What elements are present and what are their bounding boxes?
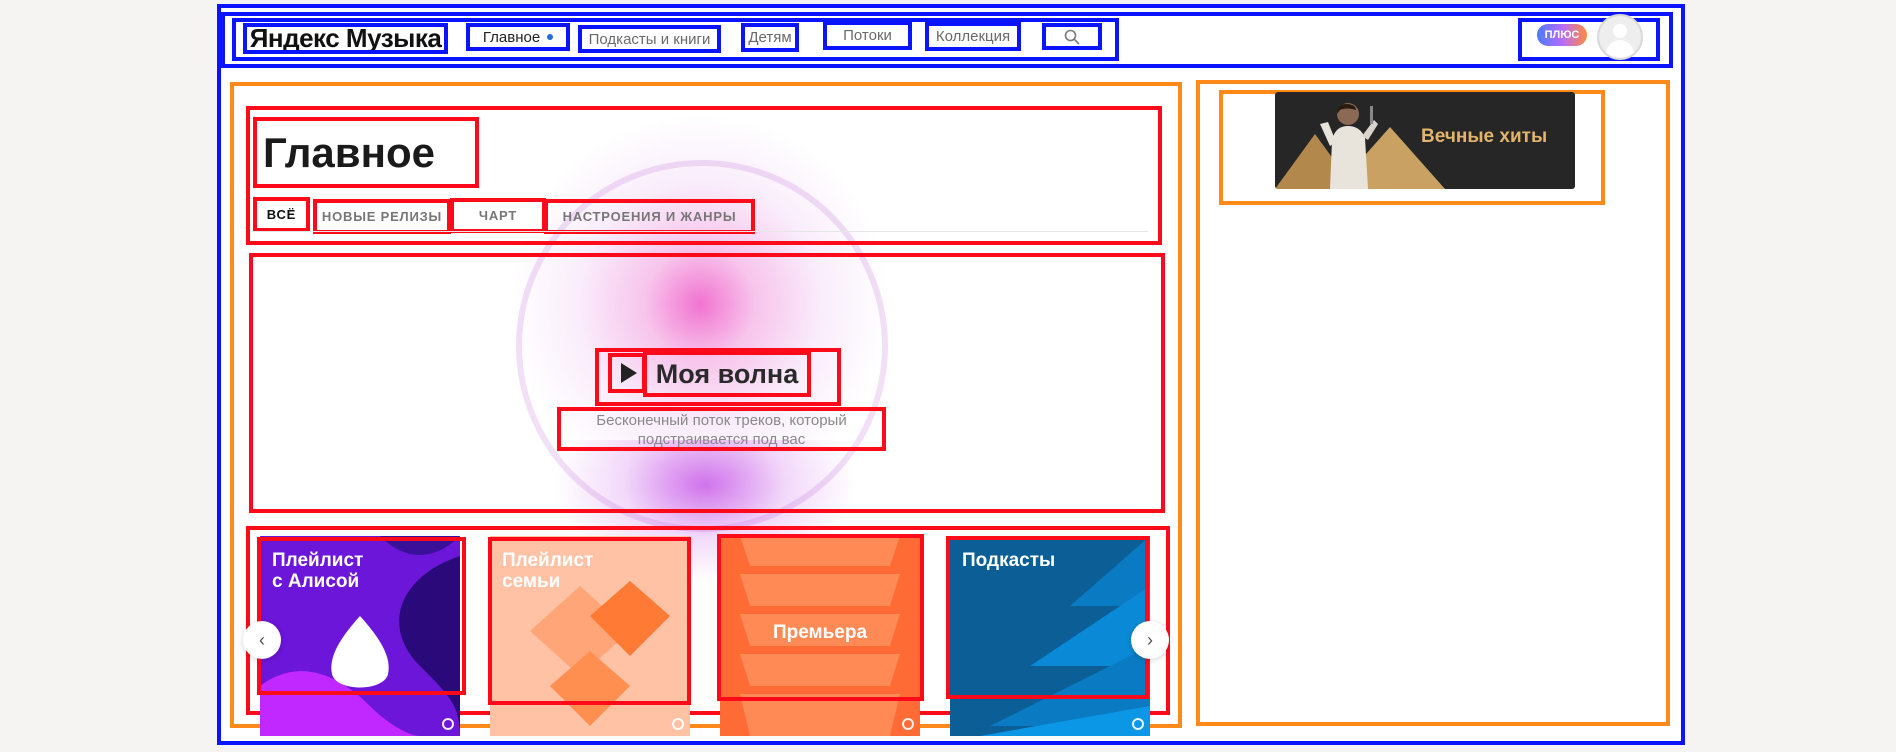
chevron-right-icon: › <box>1147 629 1153 650</box>
carousel-next-button[interactable]: › <box>1131 621 1169 659</box>
avatar-body-icon <box>1606 40 1634 58</box>
card-label: Премьера <box>772 622 868 643</box>
card-mini-icon <box>672 718 684 730</box>
tab-new-releases[interactable]: НОВЫЕ РЕЛИЗЫ <box>313 199 451 234</box>
nav-kids[interactable]: Детям <box>741 23 799 52</box>
active-dot-icon <box>547 34 554 40</box>
page-title: Главное <box>253 117 479 188</box>
my-wave-title[interactable]: Моя волна <box>643 351 811 397</box>
tab-chart[interactable]: ЧАРТ <box>450 198 546 233</box>
nav-home[interactable]: Главное <box>466 23 570 51</box>
card-alice-playlist[interactable]: Плейлист с Алисой <box>260 536 460 736</box>
search-button[interactable] <box>1042 23 1102 50</box>
card-mini-icon <box>1132 718 1144 730</box>
avatar-head-icon <box>1613 24 1627 38</box>
card-podcasts[interactable]: Подкасты <box>950 536 1150 736</box>
play-icon <box>620 363 637 383</box>
nav-home-label: Главное <box>482 28 541 46</box>
avatar[interactable] <box>1597 14 1643 60</box>
tabs-divider <box>252 231 1148 232</box>
carousel-prev-button[interactable]: ‹ <box>243 621 281 659</box>
chevron-left-icon: ‹ <box>259 629 265 650</box>
card-premiere[interactable]: Премьера <box>720 536 920 736</box>
card-label: Плейлист семьи <box>502 550 594 592</box>
nav-collection[interactable]: Коллекция <box>925 22 1021 51</box>
nav-podcasts-books[interactable]: Подкасты и книги <box>578 25 721 53</box>
singer-photo-icon <box>1320 103 1378 189</box>
search-icon <box>1064 29 1080 44</box>
banner-title: Вечные хиты <box>1421 126 1548 147</box>
tab-moods-genres[interactable]: НАСТРОЕНИЯ И ЖАНРЫ <box>544 199 755 234</box>
eternal-hits-banner[interactable]: Вечные хиты <box>1275 92 1575 189</box>
card-label: Плейлист с Алисой <box>272 550 364 592</box>
nav-streams[interactable]: Потоки <box>823 21 912 50</box>
card-mini-icon <box>442 718 454 730</box>
card-label: Подкасты <box>962 550 1056 571</box>
play-button[interactable] <box>608 353 646 393</box>
logo[interactable]: Яндекс Музыка <box>243 23 448 54</box>
tab-all[interactable]: ВСЁ <box>253 197 310 232</box>
card-mini-icon <box>902 718 914 730</box>
my-wave-description: Бесконечный поток треков, который подстр… <box>557 407 886 451</box>
plus-badge[interactable]: ПЛЮС <box>1537 24 1587 46</box>
card-family-playlist[interactable]: Плейлист семьи <box>490 536 690 736</box>
